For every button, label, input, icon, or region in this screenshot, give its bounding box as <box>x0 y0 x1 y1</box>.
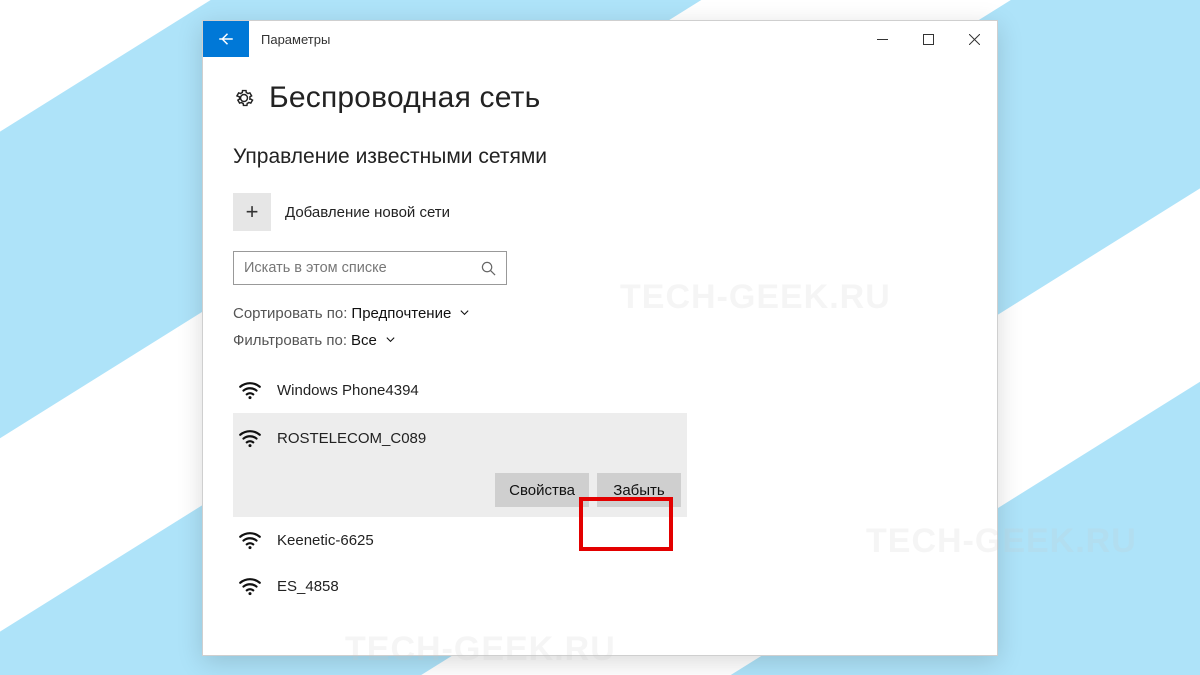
filter-label: Фильтровать по: <box>233 332 347 349</box>
properties-button[interactable]: Свойства <box>495 473 589 507</box>
add-network-button[interactable]: + Добавление новой сети <box>233 193 967 231</box>
titlebar: Параметры <box>203 21 997 57</box>
search-icon <box>481 261 496 276</box>
network-name: Keenetic-6625 <box>277 532 374 549</box>
network-name: ES_4858 <box>277 578 339 595</box>
minimize-button[interactable] <box>859 21 905 57</box>
maximize-icon <box>923 34 934 45</box>
network-name: Windows Phone4394 <box>277 382 419 399</box>
plus-icon: + <box>233 193 271 231</box>
arrow-left-icon <box>217 30 235 48</box>
search-input[interactable] <box>244 260 481 276</box>
settings-window: Параметры Беспроводная сеть Управление и… <box>202 20 998 656</box>
filter-row: Фильтровать по: Все <box>233 332 967 349</box>
window-controls <box>859 21 997 57</box>
close-button[interactable] <box>951 21 997 57</box>
wifi-icon <box>237 573 263 599</box>
wifi-icon <box>237 377 263 403</box>
page-title: Беспроводная сеть <box>269 81 540 115</box>
add-network-label: Добавление новой сети <box>285 204 450 221</box>
network-name: ROSTELECOM_C089 <box>277 430 426 447</box>
network-item[interactable]: ES_4858 <box>233 563 687 609</box>
maximize-button[interactable] <box>905 21 951 57</box>
wifi-icon <box>237 527 263 553</box>
sort-row: Сортировать по: Предпочтение <box>233 305 967 322</box>
forget-button[interactable]: Забыть <box>597 473 681 507</box>
sort-label: Сортировать по: <box>233 305 347 322</box>
section-subheading: Управление известными сетями <box>233 145 967 169</box>
minimize-icon <box>877 34 888 45</box>
filter-dropdown[interactable]: Все <box>351 332 396 349</box>
search-box[interactable] <box>233 251 507 285</box>
network-actions: Свойства Забыть <box>233 457 687 517</box>
network-item-selected[interactable]: ROSTELECOM_C089 Свойства Забыть <box>233 413 687 517</box>
chevron-down-icon <box>459 305 470 322</box>
wifi-icon <box>237 425 263 451</box>
filter-value: Все <box>351 332 377 349</box>
network-list: Windows Phone4394 ROSTELECOM_C089 Свойст… <box>233 367 687 609</box>
back-button[interactable] <box>203 21 249 57</box>
network-item[interactable]: Keenetic-6625 <box>233 517 687 563</box>
gear-icon <box>233 87 255 109</box>
sort-value: Предпочтение <box>351 305 451 322</box>
page-header: Беспроводная сеть <box>233 81 967 115</box>
window-title: Параметры <box>249 21 859 57</box>
network-item[interactable]: Windows Phone4394 <box>233 367 687 413</box>
content-area: Беспроводная сеть Управление известными … <box>203 57 997 655</box>
chevron-down-icon <box>385 332 396 349</box>
close-icon <box>969 34 980 45</box>
sort-dropdown[interactable]: Предпочтение <box>351 305 470 322</box>
